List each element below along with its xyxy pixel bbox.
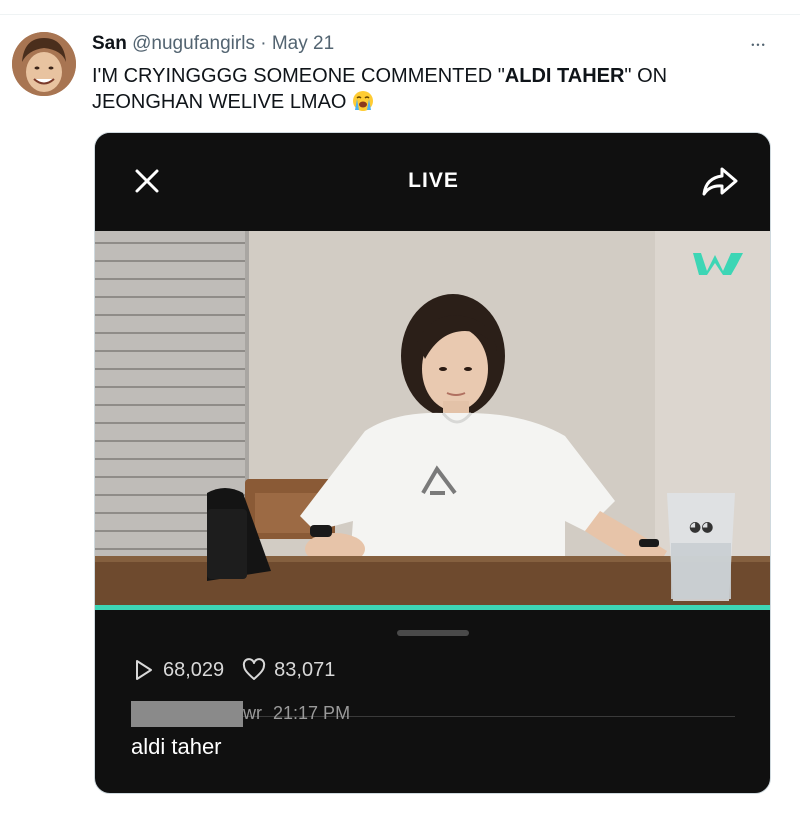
play-icon <box>136 660 152 680</box>
tweet-screenshot: San @nugufangirls · May 21 ••• I'M CRYIN… <box>0 0 800 813</box>
comment-time: 21:17 PM <box>273 703 351 723</box>
media-card[interactable]: LIVE ◕◕ 68,029 83,071 wr 21:17 PM aldi t… <box>94 132 771 794</box>
tweet-text: I'M CRYINGGGG SOMEONE COMMENTED "ALDI TA… <box>92 63 782 115</box>
progress-bar[interactable] <box>95 605 770 610</box>
divider <box>0 14 800 15</box>
svg-text:◕◕: ◕◕ <box>689 519 713 535</box>
comment-meta-text: wr 21:17 PM <box>243 703 350 724</box>
tweet-text-part1: I'M CRYINGGGG SOMEONE COMMENTED " <box>92 65 505 87</box>
comment-text: aldi taher <box>131 734 222 759</box>
live-app-bar: LIVE <box>95 133 770 231</box>
play-count: 68,029 <box>163 658 225 681</box>
progress-fill <box>95 605 770 610</box>
author-name[interactable]: San <box>92 33 127 54</box>
sheet-drag-handle[interactable] <box>397 630 469 636</box>
loudly-crying-face-icon <box>353 91 374 111</box>
comment-meta: wr 21:17 PM <box>131 701 736 731</box>
author-handle[interactable]: @nugufangirls <box>132 33 255 54</box>
video-scene: ◕◕ <box>95 231 770 607</box>
heart-count: 83,071 <box>274 658 336 681</box>
stats-row: 68,029 83,071 <box>131 655 353 685</box>
tweet-date[interactable]: May 21 <box>272 33 334 54</box>
more-icon: ••• <box>751 40 767 50</box>
heart-icon[interactable] <box>242 658 266 682</box>
comment-author-suffix: wr <box>243 703 262 723</box>
tweet-text-bold: ALDI TAHER <box>504 65 625 87</box>
share-icon[interactable] <box>700 163 740 199</box>
live-title: LIVE <box>408 169 459 192</box>
separator: · <box>260 33 267 54</box>
live-video-frame[interactable]: ◕◕ <box>95 231 770 607</box>
redacted-username <box>131 701 243 727</box>
tweet-header: San @nugufangirls · May 21 <box>92 33 334 55</box>
avatar[interactable] <box>12 32 76 96</box>
more-options-button[interactable]: ••• <box>745 34 773 54</box>
